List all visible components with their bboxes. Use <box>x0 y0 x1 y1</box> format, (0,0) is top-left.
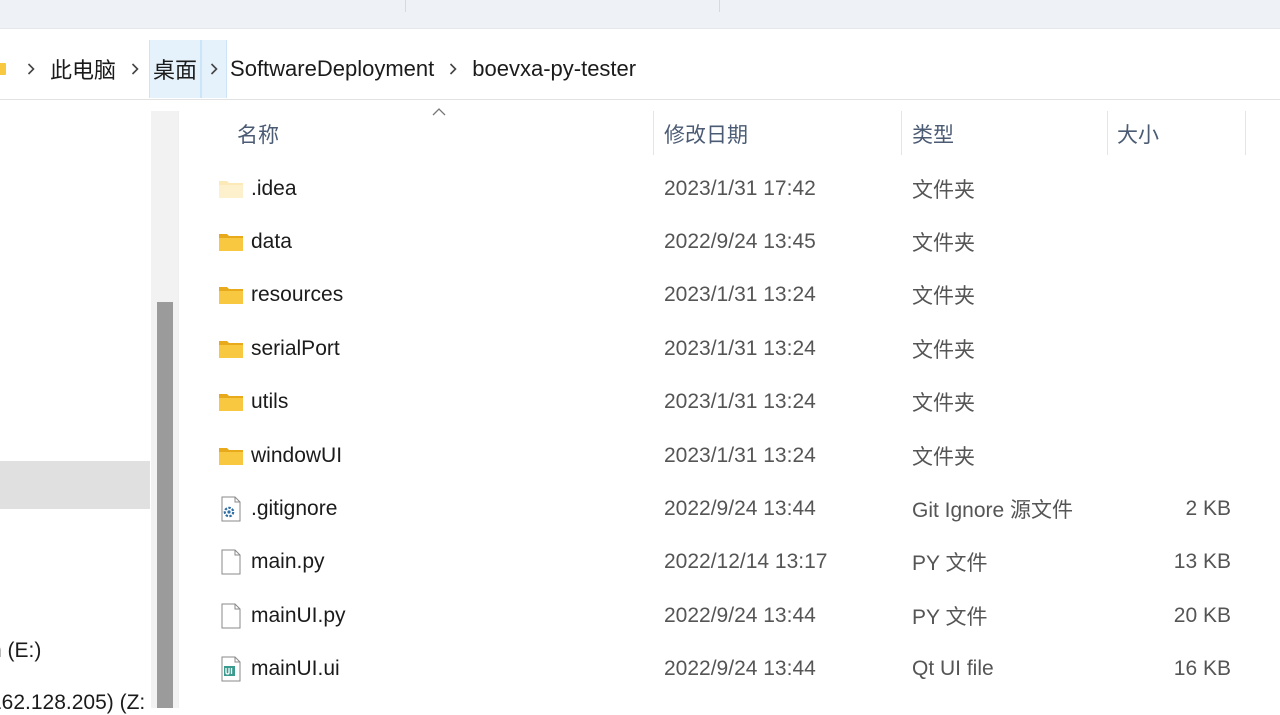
column-header: 名称 修改日期 类型 大小 <box>180 108 1280 156</box>
breadcrumb-item-current-folder[interactable]: boevxa-py-tester <box>467 40 641 98</box>
config-file-icon <box>221 496 241 522</box>
file-icon <box>221 549 241 575</box>
file-type: Qt UI file <box>912 656 994 680</box>
chevron-right-icon[interactable] <box>201 40 228 98</box>
file-date: 2022/9/24 13:45 <box>664 229 816 253</box>
file-list: 名称 修改日期 类型 大小 .idea 2023/1/31 17:42 文件夹 … <box>180 108 1280 708</box>
file-type: 文件夹 <box>912 338 975 362</box>
file-size: 2 KB <box>1185 496 1231 520</box>
folder-icon <box>219 234 243 251</box>
file-date: 2023/1/31 17:42 <box>664 176 816 200</box>
nav-item-network-drive-z[interactable]: 162.128.205) (Z: <box>0 691 145 715</box>
file-size <box>1111 375 1231 428</box>
file-size: 20 KB <box>1173 603 1231 627</box>
chevron-right-icon[interactable] <box>447 62 459 76</box>
file-row[interactable]: .gitignore 2022/9/24 13:44 Git Ignore 源文… <box>180 482 1280 535</box>
file-type: PY 文件 <box>912 551 988 575</box>
file-size: 16 KB <box>1173 656 1231 680</box>
file-name: .gitignore <box>251 496 338 520</box>
column-divider[interactable] <box>1107 111 1108 155</box>
chevron-right-icon[interactable] <box>129 62 141 76</box>
file-row[interactable]: mainUI.ui 2022/9/24 13:44 Qt UI file 16 … <box>180 642 1280 695</box>
breadcrumb-item-this-pc[interactable]: 此电脑 <box>45 40 121 98</box>
column-header-type[interactable]: 类型 <box>912 119 954 149</box>
folder-hidden-icon <box>219 181 243 198</box>
nav-scrollbar-thumb[interactable] <box>157 302 173 708</box>
file-name: mainUI.ui <box>251 656 340 680</box>
file-name: windowUI <box>251 443 343 467</box>
file-date: 2022/9/24 13:44 <box>664 603 816 627</box>
file-name: data <box>251 229 292 253</box>
column-header-size[interactable]: 大小 <box>1117 119 1159 149</box>
file-name: resources <box>251 282 344 306</box>
file-row[interactable]: .idea 2023/1/31 17:42 文件夹 <box>180 162 1280 215</box>
folder-icon <box>219 448 243 465</box>
sort-ascending-icon <box>432 108 446 116</box>
file-row[interactable]: mainUI.py 2022/9/24 13:44 PY 文件 20 KB <box>180 589 1280 642</box>
breadcrumb-item-desktop[interactable]: 桌面 <box>149 40 202 98</box>
folder-icon <box>219 341 243 358</box>
file-type: 文件夹 <box>912 178 975 202</box>
file-date: 2022/12/14 13:17 <box>664 549 828 573</box>
file-type: 文件夹 <box>912 445 975 469</box>
column-header-name[interactable]: 名称 <box>237 119 279 149</box>
file-date: 2023/1/31 13:24 <box>664 389 816 413</box>
file-size <box>1111 268 1231 321</box>
file-size <box>1111 162 1231 215</box>
file-row[interactable]: windowUI 2023/1/31 13:24 文件夹 <box>180 429 1280 482</box>
file-icon <box>221 603 241 629</box>
folder-icon <box>0 63 6 75</box>
file-row[interactable]: data 2022/9/24 13:45 文件夹 <box>180 215 1280 268</box>
file-name: utils <box>251 389 289 413</box>
file-size <box>1111 322 1231 375</box>
folder-icon <box>219 287 243 304</box>
file-date: 2022/9/24 13:44 <box>664 496 816 520</box>
folder-icon <box>219 394 243 411</box>
file-name: serialPort <box>251 336 340 360</box>
file-size: 13 KB <box>1173 549 1231 573</box>
file-name: mainUI.py <box>251 603 346 627</box>
file-type: 文件夹 <box>912 284 975 308</box>
tab-strip <box>0 0 1280 29</box>
file-type: PY 文件 <box>912 605 988 629</box>
breadcrumb: 此电脑 桌面 SoftwareDeployment boevxa-py-test… <box>0 39 641 99</box>
nav-item-drive-e[interactable]: n (E:) <box>0 639 41 663</box>
ui-file-icon <box>221 656 241 682</box>
file-name: .idea <box>251 176 297 200</box>
chevron-right-icon[interactable] <box>25 62 37 76</box>
file-date: 2023/1/31 13:24 <box>664 282 816 306</box>
file-date: 2023/1/31 13:24 <box>664 443 816 467</box>
file-row[interactable]: serialPort 2023/1/31 13:24 文件夹 <box>180 322 1280 375</box>
file-name: main.py <box>251 549 325 573</box>
breadcrumb-item-softwaredeployment[interactable]: SoftwareDeployment <box>227 40 439 98</box>
column-divider[interactable] <box>1245 111 1246 155</box>
column-divider[interactable] <box>653 111 654 155</box>
nav-item-selected[interactable] <box>0 461 150 509</box>
tab-separator <box>719 0 720 12</box>
column-divider[interactable] <box>901 111 902 155</box>
file-type: 文件夹 <box>912 231 975 255</box>
file-date: 2022/9/24 13:44 <box>664 656 816 680</box>
file-size <box>1111 215 1231 268</box>
tab-separator <box>405 0 406 12</box>
file-size <box>1111 429 1231 482</box>
address-bar[interactable]: 此电脑 桌面 SoftwareDeployment boevxa-py-test… <box>0 39 1280 100</box>
file-row[interactable]: utils 2023/1/31 13:24 文件夹 <box>180 375 1280 428</box>
file-row[interactable]: resources 2023/1/31 13:24 文件夹 <box>180 268 1280 321</box>
navigation-pane: n (E:) 162.128.205) (Z: <box>0 111 179 714</box>
column-header-date[interactable]: 修改日期 <box>664 119 748 149</box>
file-type: Git Ignore 源文件 <box>912 498 1074 522</box>
file-date: 2023/1/31 13:24 <box>664 336 816 360</box>
file-row[interactable]: main.py 2022/12/14 13:17 PY 文件 13 KB <box>180 535 1280 588</box>
file-type: 文件夹 <box>912 391 975 415</box>
